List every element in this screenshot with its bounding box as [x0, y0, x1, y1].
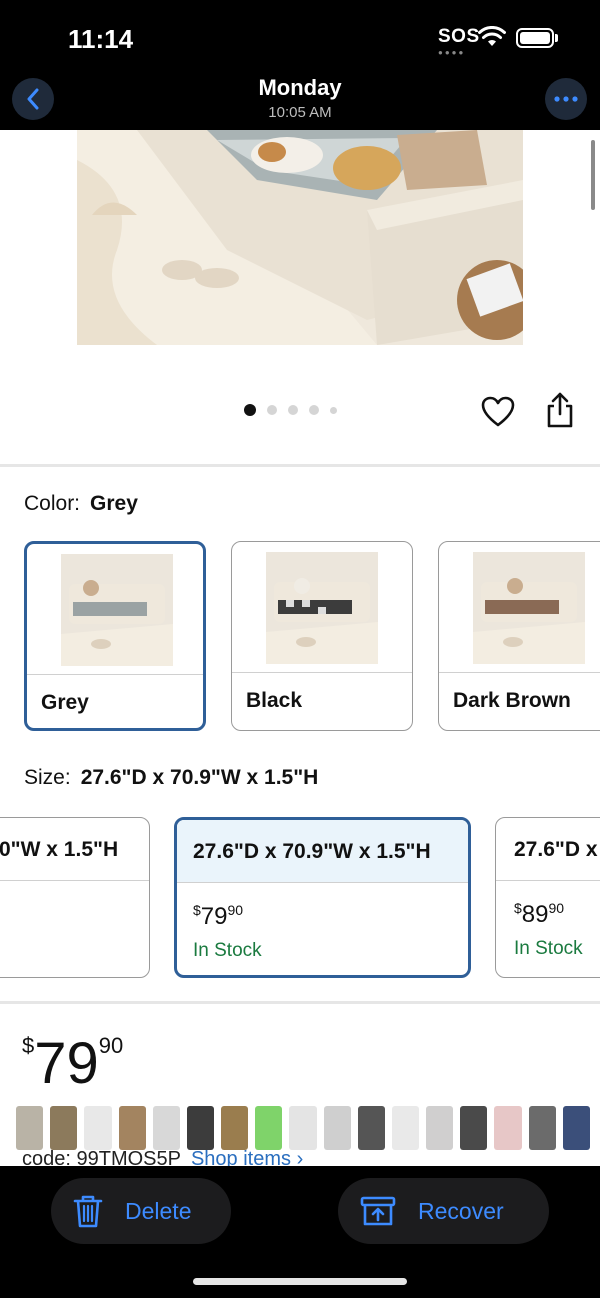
- price-whole: 79: [34, 1031, 99, 1096]
- selected-color: Grey: [90, 492, 138, 515]
- delete-button[interactable]: Delete: [51, 1178, 231, 1244]
- swatch-label-area: Grey: [27, 674, 203, 714]
- status-bar: 11:14 SOS ●●●●: [0, 0, 600, 80]
- thumbnail: [255, 1106, 283, 1150]
- page-title: Monday: [258, 75, 342, 100]
- bottom-toolbar: Delete Recover: [0, 1166, 600, 1298]
- thumbnail: [84, 1106, 112, 1150]
- ellipsis-icon: [554, 96, 578, 102]
- color-option-black[interactable]: Black: [231, 541, 413, 731]
- signal-dots-icon: ●●●●: [438, 48, 466, 57]
- thumbnail: [221, 1106, 249, 1150]
- color-option-label: Grey: [41, 691, 89, 714]
- size-option-dimension: 27.6"D x 70.9"W x 1.5"H: [193, 840, 431, 863]
- section-divider: [0, 464, 600, 467]
- size-option-selected[interactable]: 27.6"D x 70.9"W x 1.5"H $7990 In Stock: [174, 817, 471, 978]
- swatch-image: [473, 552, 585, 664]
- swatch-label-area: Black: [232, 672, 412, 712]
- size-option-dimension: 0"W x 1.5"H: [0, 838, 119, 861]
- product-page[interactable]: Color: Grey Grey Black Dark Brown Size: …: [0, 130, 600, 1166]
- trash-icon: [73, 1194, 103, 1228]
- heart-icon[interactable]: [481, 396, 515, 428]
- delete-label: Delete: [125, 1197, 192, 1224]
- selected-size: 27.6"D x 70.9"W x 1.5"H: [80, 766, 319, 789]
- size-option[interactable]: 0"W x 1.5"H: [0, 817, 150, 978]
- size-option-dimension: 27.6"D x: [514, 838, 598, 861]
- thumbnail: [50, 1106, 78, 1150]
- thumbnail: [426, 1106, 454, 1150]
- thumbnail: [460, 1106, 488, 1150]
- color-option-label: Dark Brown: [453, 689, 571, 712]
- price-whole: 79: [200, 903, 228, 930]
- stock-status: In Stock: [514, 938, 583, 959]
- carousel-dot[interactable]: [330, 406, 337, 414]
- product-code: code: 99TMOS5P: [22, 1148, 181, 1166]
- product-price: $7990: [22, 1030, 123, 1097]
- home-indicator[interactable]: [193, 1278, 407, 1285]
- share-icon[interactable]: [545, 392, 575, 428]
- thumbnail: [152, 1106, 180, 1150]
- size-option-header: 27.6"D x: [496, 818, 600, 881]
- thumbnail: [357, 1106, 385, 1150]
- thumbnail: [494, 1106, 522, 1150]
- color-label: Color: Grey: [24, 492, 138, 516]
- color-label-text: Color:: [24, 492, 81, 515]
- image-carousel-indicator[interactable]: [244, 404, 337, 416]
- thumbnail: [186, 1106, 215, 1150]
- swatch-image: [61, 554, 173, 666]
- price-whole: 89: [521, 901, 549, 928]
- product-code-line: code: 99TMOS5P Shop items ›: [22, 1148, 303, 1166]
- color-option-grey[interactable]: Grey: [24, 541, 206, 731]
- carousel-dot[interactable]: [288, 405, 298, 415]
- thumbnail: [528, 1106, 556, 1150]
- price-cents: 90: [98, 1033, 124, 1058]
- thumbnail: [391, 1106, 420, 1150]
- navigation-bar: Monday 10:05 AM: [0, 75, 600, 132]
- section-divider: [0, 1001, 600, 1004]
- shop-items-link[interactable]: Shop items ›: [191, 1148, 303, 1166]
- size-option-price: $7990: [193, 902, 244, 930]
- scrollbar[interactable]: [591, 140, 595, 210]
- glitched-thumbnail-strip: [16, 1106, 590, 1152]
- more-options-button[interactable]: [545, 78, 587, 120]
- battery-tip: [555, 34, 558, 42]
- size-option-header: 0"W x 1.5"H: [0, 818, 149, 881]
- thumbnail: [562, 1106, 590, 1150]
- recover-button[interactable]: Recover: [338, 1178, 549, 1244]
- size-label-text: Size:: [24, 766, 71, 789]
- battery-icon: [516, 28, 554, 48]
- price-cents: 90: [227, 902, 244, 918]
- stock-status: In Stock: [193, 940, 262, 961]
- wifi-icon: [478, 26, 506, 46]
- color-option-dark-brown[interactable]: Dark Brown: [438, 541, 600, 731]
- page-subtitle: 10:05 AM: [268, 104, 332, 121]
- size-label: Size: 27.6"D x 70.9"W x 1.5"H: [24, 766, 318, 790]
- carousel-dot[interactable]: [267, 405, 277, 415]
- thumbnail: [323, 1106, 351, 1150]
- thumbnail: [118, 1106, 146, 1150]
- color-option-label: Black: [246, 689, 303, 712]
- thumbnail: [16, 1106, 44, 1150]
- sos-indicator: SOS: [438, 26, 480, 47]
- carousel-dot[interactable]: [244, 404, 256, 416]
- price-cents: 90: [548, 900, 565, 916]
- swatch-image: [266, 552, 378, 664]
- size-option[interactable]: 27.6"D x $8990 In Stock: [495, 817, 600, 978]
- thumbnail: [289, 1106, 317, 1150]
- product-image[interactable]: [77, 130, 523, 345]
- tray-arrow-up-icon: [360, 1195, 396, 1227]
- swatch-label-area: Dark Brown: [439, 672, 600, 712]
- size-option-price: $8990: [514, 900, 565, 928]
- carousel-dot[interactable]: [309, 405, 319, 415]
- recover-label: Recover: [418, 1197, 504, 1224]
- size-option-header: 27.6"D x 70.9"W x 1.5"H: [177, 820, 468, 883]
- status-time: 11:14: [68, 24, 134, 54]
- price-currency: $: [22, 1033, 35, 1058]
